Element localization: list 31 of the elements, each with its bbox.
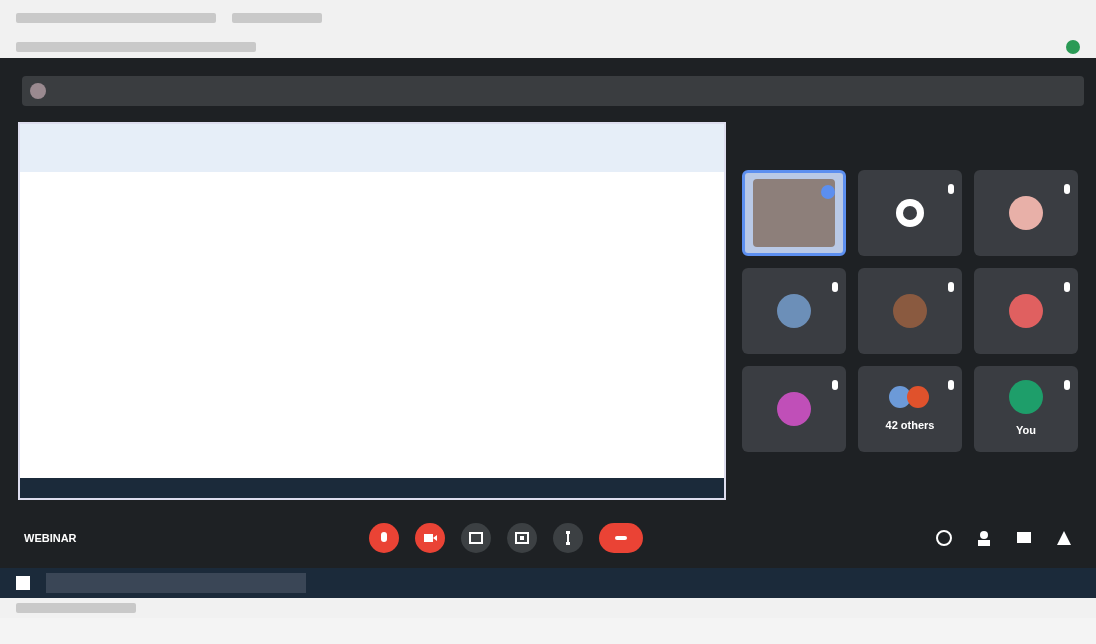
captions-icon [468, 530, 485, 546]
speaking-icon [821, 184, 835, 199]
more-icon [566, 530, 571, 546]
logo-icon [895, 198, 925, 228]
camera-button[interactable] [415, 523, 446, 553]
activities-icon[interactable] [1056, 530, 1072, 546]
info-icon[interactable] [936, 530, 952, 546]
muted-mic-icon [948, 379, 954, 390]
captions-button[interactable] [461, 523, 492, 553]
present-button[interactable] [507, 523, 538, 553]
mic-button[interactable] [369, 523, 400, 553]
participant-name: You [1016, 422, 1036, 438]
people-icon[interactable] [976, 530, 992, 546]
muted-mic-icon [948, 183, 954, 194]
muted-mic-icon [948, 281, 954, 292]
search-field[interactable] [46, 573, 306, 593]
group-avatars-icon [888, 384, 932, 409]
start-icon[interactable] [16, 576, 30, 590]
present-icon [514, 530, 531, 546]
muted-mic-icon [1064, 379, 1070, 390]
muted-mic-icon [832, 281, 838, 292]
leave-button[interactable] [599, 523, 644, 553]
avatar-icon [30, 83, 46, 99]
muted-mic-icon [1064, 183, 1070, 194]
participant-name: 42 others [885, 417, 935, 433]
muted-mic-icon [1064, 281, 1070, 292]
profile-icon[interactable] [1066, 40, 1080, 54]
more-button[interactable] [553, 523, 584, 553]
chat-icon[interactable] [1016, 530, 1032, 546]
meeting-label: WEBINAR [24, 530, 77, 546]
muted-mic-icon [832, 379, 838, 390]
